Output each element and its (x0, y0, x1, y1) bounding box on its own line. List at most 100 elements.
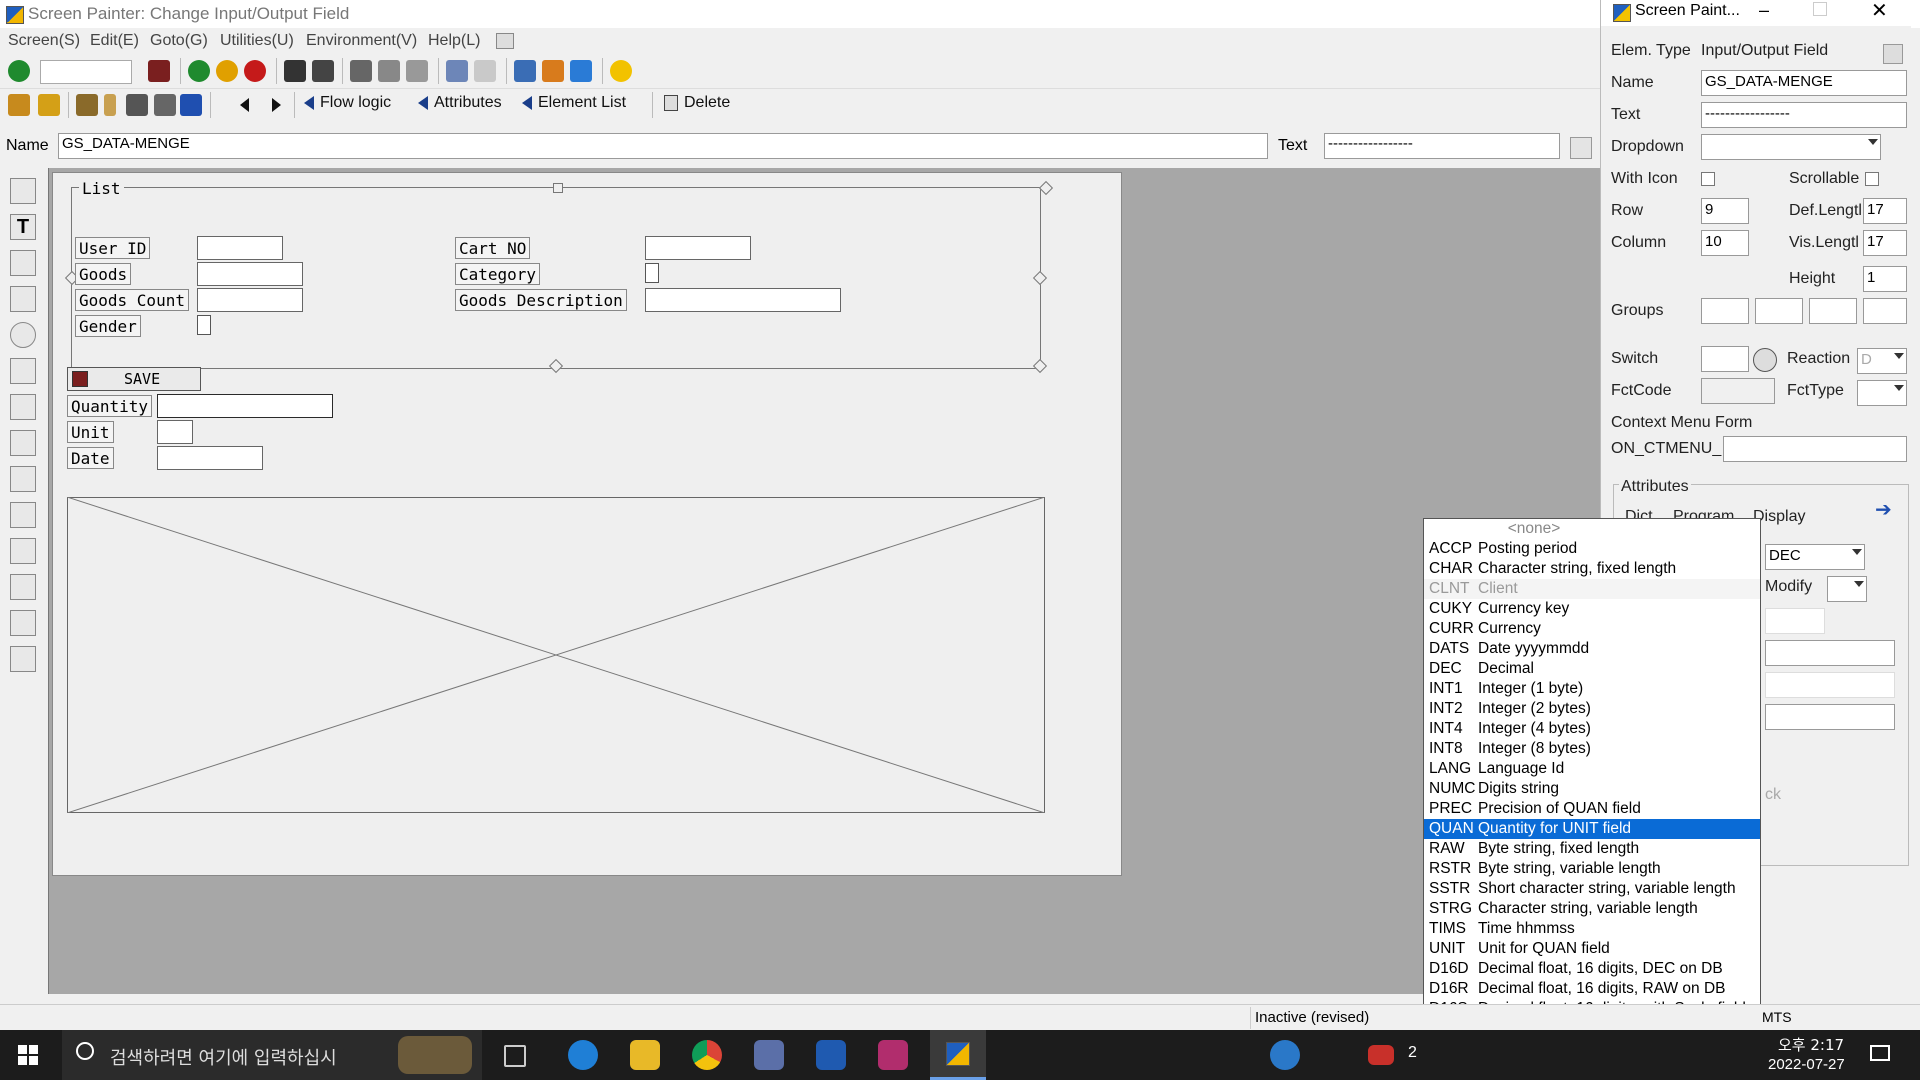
vis-length-field[interactable]: 17 (1863, 230, 1907, 256)
radio-tool-icon[interactable] (10, 322, 36, 348)
group-field-3[interactable] (1809, 298, 1857, 324)
modify-select[interactable] (1827, 576, 1867, 602)
list-item-none[interactable]: <none> (1424, 519, 1644, 539)
column-field[interactable]: 10 (1701, 230, 1749, 256)
clock-time[interactable]: 오후 2:17 (1778, 1034, 1844, 1055)
notification-icon[interactable] (1870, 1045, 1890, 1061)
windows-start-icon[interactable] (18, 1045, 38, 1065)
file-explorer-icon[interactable] (630, 1040, 660, 1070)
panel-menu-icon[interactable] (1883, 44, 1903, 64)
layout-icon-3[interactable] (570, 60, 592, 82)
cut-icon[interactable] (350, 60, 372, 82)
checkbox-category[interactable] (645, 263, 659, 283)
fctcode-field[interactable] (1701, 378, 1775, 404)
print-icon[interactable] (284, 60, 306, 82)
switch-help-icon[interactable] (1753, 348, 1777, 372)
attr-field-d[interactable] (1765, 704, 1895, 730)
input-quantity[interactable] (157, 394, 333, 418)
menu-goto[interactable]: Goto(G) (150, 32, 208, 50)
list-item[interactable]: D16D Decimal float, 16 digits, DEC on DB (1424, 959, 1760, 979)
list-item[interactable]: STRG Character string, variable length (1424, 899, 1760, 919)
tray-app-icon[interactable] (1368, 1045, 1394, 1065)
list-item[interactable]: UNIT Unit for QUAN field (1424, 939, 1760, 959)
arrow-right-icon[interactable]: ➔ (1875, 500, 1899, 520)
edge-browser-icon[interactable] (568, 1040, 598, 1070)
list-item[interactable]: RAW Byte string, fixed length (1424, 839, 1760, 859)
text-tool-icon[interactable]: T (10, 214, 36, 240)
input-user-id[interactable] (197, 236, 283, 260)
subscreen-tool-icon[interactable] (10, 502, 36, 528)
exit-icon[interactable] (216, 60, 238, 82)
list-item[interactable]: DEC Decimal (1424, 659, 1760, 679)
list-item[interactable]: NUMC Digits string (1424, 779, 1760, 799)
screen-layout[interactable]: List User ID Goods Goods Count Gender Ca… (52, 172, 1122, 876)
save-icon[interactable] (148, 60, 170, 82)
maximize-icon[interactable] (1813, 2, 1827, 16)
command-field[interactable] (40, 60, 132, 84)
info-icon[interactable] (180, 94, 202, 116)
input-cart-no[interactable] (645, 236, 751, 260)
enter-check-icon[interactable] (8, 60, 30, 82)
test-icon[interactable] (126, 94, 148, 116)
find-icon[interactable] (312, 60, 334, 82)
attr-field-a[interactable] (1765, 608, 1825, 634)
table-control-tool-icon[interactable] (10, 538, 36, 564)
input-date[interactable] (157, 446, 263, 470)
format-select[interactable]: DEC (1765, 544, 1865, 570)
menu-help[interactable]: Help(L) (428, 32, 480, 50)
list-item[interactable]: CURR Currency (1424, 619, 1760, 639)
attributes-button[interactable]: Attributes (418, 94, 502, 112)
redo-icon[interactable] (474, 60, 496, 82)
layout-icon-2[interactable] (542, 60, 564, 82)
scrollable-checkbox[interactable] (1865, 172, 1879, 186)
checkbox-tool-icon[interactable] (10, 286, 36, 312)
dropdown-select[interactable] (1701, 134, 1881, 160)
list-item[interactable]: CHAR Character string, fixed length (1424, 559, 1760, 579)
task-view-icon[interactable] (504, 1045, 526, 1067)
list-item[interactable]: QUAN Quantity for UNIT field (1424, 819, 1760, 839)
list-item[interactable]: DATS Date yyyymmdd (1424, 639, 1760, 659)
input-goods-count[interactable] (197, 288, 303, 312)
input-goods[interactable] (197, 262, 303, 286)
data-type-dropdown-list[interactable]: <none> ACCP Posting period CHAR Character s… (1423, 518, 1761, 1080)
activate-icon[interactable] (38, 94, 60, 116)
undo-icon[interactable] (446, 60, 468, 82)
next-icon[interactable] (272, 98, 281, 112)
layout-icon-1[interactable] (514, 60, 536, 82)
cancel-icon[interactable] (244, 60, 266, 82)
minimize-icon[interactable]: – (1759, 0, 1769, 21)
table-wizard-icon[interactable] (10, 574, 36, 600)
other-object-icon[interactable] (154, 94, 176, 116)
group-field-2[interactable] (1755, 298, 1803, 324)
list-item[interactable]: TIMS Time hhmmss (1424, 919, 1760, 939)
list-item[interactable]: CUKY Currency key (1424, 599, 1760, 619)
intellij-icon[interactable] (878, 1040, 908, 1070)
io-field-tool-icon[interactable] (10, 250, 36, 276)
back-icon[interactable] (188, 60, 210, 82)
attr-field-c[interactable] (1765, 672, 1895, 698)
pointer-tool-icon[interactable] (10, 178, 36, 204)
layout-menu-icon[interactable] (496, 33, 514, 49)
menu-environment[interactable]: Environment(V) (306, 32, 417, 50)
list-item[interactable]: RSTR Byte string, variable length (1424, 859, 1760, 879)
help-icon[interactable] (610, 60, 632, 82)
group-field-1[interactable] (1701, 298, 1749, 324)
def-length-field[interactable]: 17 (1863, 198, 1907, 224)
box-tool-icon[interactable] (10, 466, 36, 492)
input-goods-description[interactable] (645, 288, 841, 312)
menu-edit[interactable]: Edit(E) (90, 32, 139, 50)
group-field-4[interactable] (1863, 298, 1907, 324)
display-change-icon[interactable] (8, 94, 30, 116)
input-unit[interactable] (157, 420, 193, 444)
checkbox-gender[interactable] (197, 315, 211, 335)
custom-control-area[interactable] (67, 497, 1045, 813)
paste-icon[interactable] (406, 60, 428, 82)
taskbar-active-app[interactable] (930, 1030, 986, 1080)
previous-icon[interactable] (240, 98, 249, 112)
switch-field[interactable] (1701, 346, 1749, 372)
save-button[interactable]: SAVE (67, 367, 201, 391)
app-icon-logon[interactable] (816, 1040, 846, 1070)
list-item[interactable]: INT8 Integer (8 bytes) (1424, 739, 1760, 759)
list-item[interactable]: INT2 Integer (2 bytes) (1424, 699, 1760, 719)
name-field[interactable]: GS_DATA-MENGE (58, 133, 1268, 159)
